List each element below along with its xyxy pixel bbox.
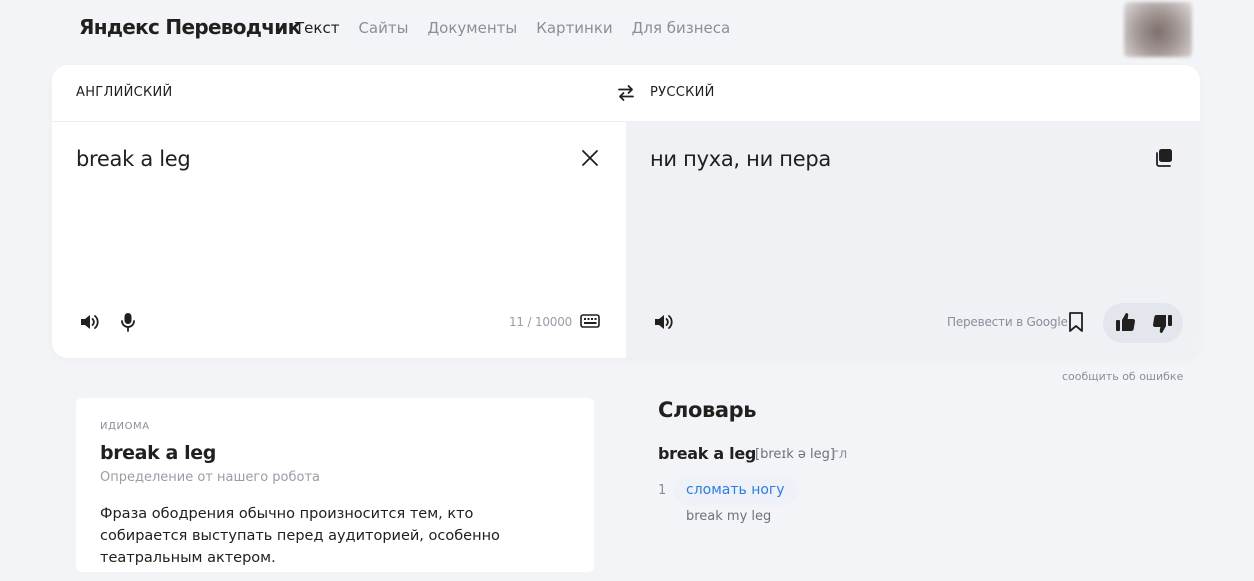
nav-item-text[interactable]: Текст bbox=[295, 19, 339, 37]
thumbs-down-icon[interactable] bbox=[1152, 313, 1174, 335]
idiom-card: ИДИОМА break a leg Определение от нашего… bbox=[76, 398, 594, 572]
dictionary-translation-chip[interactable]: сломать ногу bbox=[674, 476, 797, 505]
thumbs-up-icon[interactable] bbox=[1114, 311, 1136, 333]
target-pane: ни пуха, ни пера Перевести в Google bbox=[626, 122, 1200, 358]
dictionary-example: break my leg bbox=[686, 509, 772, 524]
dictionary-entry-number: 1 bbox=[658, 483, 667, 498]
target-language-selector[interactable]: РУССКИЙ bbox=[650, 85, 715, 100]
close-icon[interactable] bbox=[579, 147, 601, 169]
translated-text: ни пуха, ни пера bbox=[650, 147, 831, 171]
swap-arrows-icon[interactable] bbox=[616, 83, 636, 103]
source-language-selector[interactable]: АНГЛИЙСКИЙ bbox=[76, 85, 173, 100]
source-pane: break a leg 11 / 10000 bbox=[52, 122, 626, 358]
character-counter: 11 / 10000 bbox=[509, 315, 573, 329]
translate-in-google-link[interactable]: Перевести в Google bbox=[947, 315, 1068, 329]
avatar[interactable] bbox=[1124, 2, 1192, 57]
idiom-title: break a leg bbox=[100, 442, 216, 464]
idiom-description: Фраза ободрения обычно произносится тем,… bbox=[100, 506, 500, 566]
microphone-icon[interactable] bbox=[118, 311, 138, 333]
language-bar: АНГЛИЙСКИЙ РУССКИЙ bbox=[52, 65, 1200, 122]
nav-item-images[interactable]: Картинки bbox=[536, 19, 612, 37]
logo[interactable]: Яндекс Переводчик bbox=[79, 15, 301, 39]
speaker-icon[interactable] bbox=[78, 311, 100, 333]
idiom-tag: ИДИОМА bbox=[100, 421, 150, 432]
bookmark-icon[interactable] bbox=[1067, 311, 1085, 333]
keyboard-icon[interactable] bbox=[580, 313, 600, 329]
header: Яндекс Переводчик Текст Сайты Документы … bbox=[0, 0, 1254, 58]
translator-card: АНГЛИЙСКИЙ РУССКИЙ break a leg 11 / 1000… bbox=[52, 65, 1200, 358]
nav-item-documents[interactable]: Документы bbox=[427, 19, 517, 37]
idiom-subtitle: Определение от нашего робота bbox=[100, 470, 321, 485]
dictionary-transcription: [breɪk ə leg] bbox=[755, 447, 835, 462]
dictionary-part-of-speech: гл bbox=[832, 447, 848, 462]
source-text-input[interactable]: break a leg bbox=[76, 147, 191, 171]
report-error-link[interactable]: сообщить об ошибке bbox=[1062, 370, 1183, 383]
speaker-icon[interactable] bbox=[652, 311, 674, 333]
nav-item-business[interactable]: Для бизнеса bbox=[632, 19, 731, 37]
copy-icon[interactable] bbox=[1153, 147, 1175, 169]
nav-item-sites[interactable]: Сайты bbox=[358, 19, 408, 37]
dictionary-title: Словарь bbox=[658, 398, 757, 422]
dictionary-word: break a leg bbox=[658, 444, 757, 463]
main-nav: Текст Сайты Документы Картинки Для бизне… bbox=[295, 19, 730, 37]
